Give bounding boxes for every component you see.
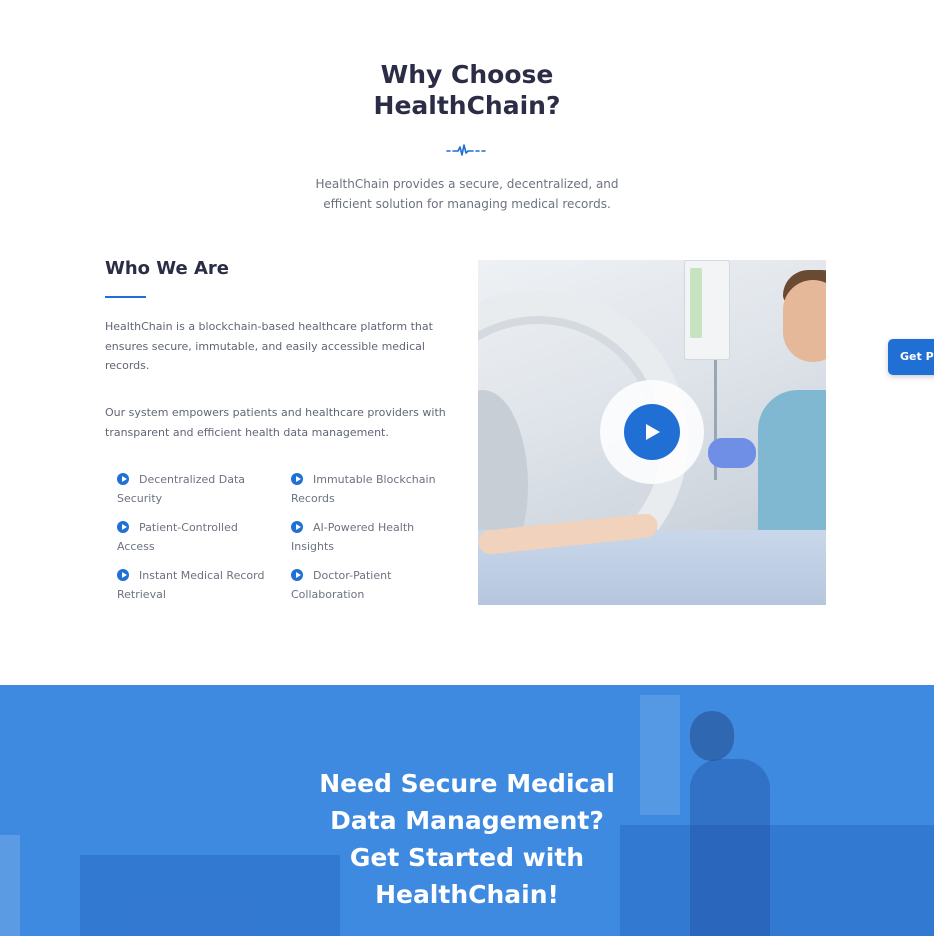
feature-item: AI-Powered Health Insights [291,518,451,556]
pulse-divider-icon [446,144,486,156]
cta-title: Need Secure Medical Data Management? Get… [0,765,934,913]
section-title: Why Choose HealthChain? [0,59,934,121]
cta-banner: Need Secure Medical Data Management? Get… [0,685,934,936]
play-circle-icon [291,473,303,485]
play-circle-icon [291,521,303,533]
feature-label: Decentralized Data Security [117,473,245,505]
play-icon [646,424,660,440]
play-circle-icon [117,521,129,533]
feature-item: Instant Medical Record Retrieval [117,566,277,604]
about-heading: Who We Are [105,258,230,279]
doctor-head [783,280,826,362]
cta-title-line3: Get Started with [349,843,585,872]
play-circle-icon [291,569,303,581]
feature-item: Patient-Controlled Access [117,518,277,556]
video-thumbnail[interactable] [478,260,826,605]
doctor-illustration [758,390,826,550]
about-paragraph-1: HealthChain is a blockchain-based health… [105,320,433,372]
play-circle-icon [117,569,129,581]
side-get-started-button[interactable]: Get Pr [888,339,934,375]
feature-label: Immutable Blockchain Records [291,473,436,505]
section-title-line1: Why Choose [380,60,554,89]
feature-label: AI-Powered Health Insights [291,521,415,553]
feature-item: Decentralized Data Security [117,470,277,508]
feature-label: Doctor-Patient Collaboration [291,569,392,601]
section-description: HealthChain provides a secure, decentral… [315,177,619,211]
section-title-line2: HealthChain? [373,91,561,120]
nurse-illustration-head [690,711,734,761]
play-video-button[interactable] [624,404,680,460]
cta-title-line4: HealthChain! [375,880,559,909]
about-paragraph-2: Our system empowers patients and healthc… [105,406,446,439]
glove-illustration [708,438,756,468]
feature-label: Patient-Controlled Access [117,521,238,553]
cta-title-line1: Need Secure Medical [319,769,615,798]
monitor-panel [690,268,702,338]
play-circle-icon [117,473,129,485]
feature-item: Immutable Blockchain Records [291,470,451,508]
cta-title-line2: Data Management? [330,806,604,835]
about-heading-underline [105,296,146,298]
feature-label: Instant Medical Record Retrieval [117,569,265,601]
feature-item: Doctor-Patient Collaboration [291,566,451,604]
